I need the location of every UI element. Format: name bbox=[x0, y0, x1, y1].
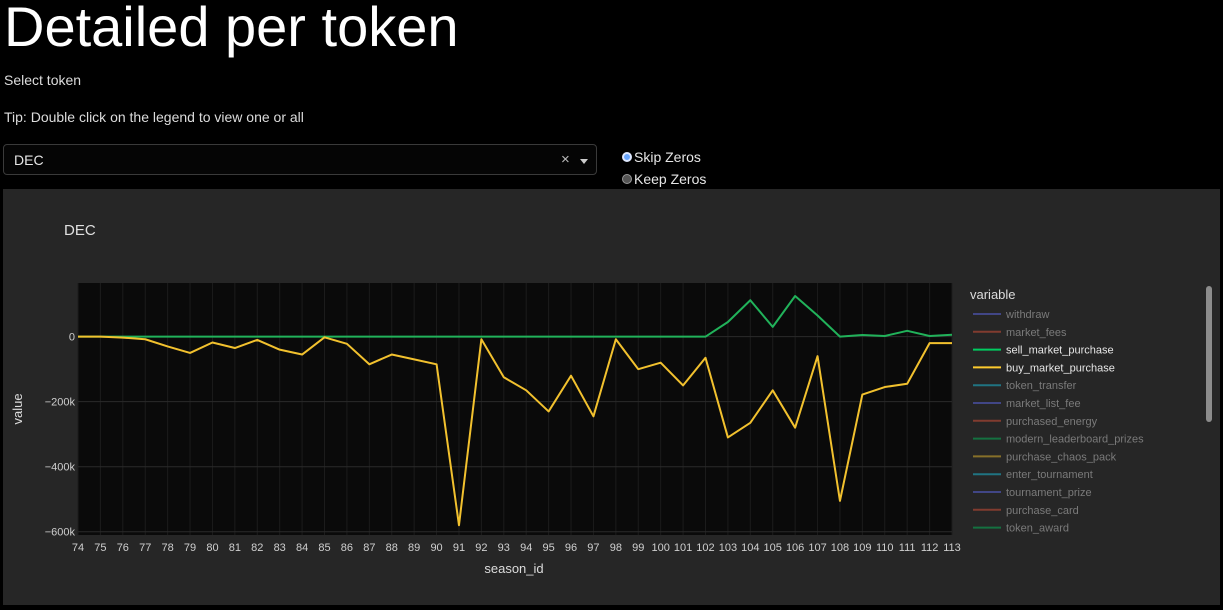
x-tick-label: 106 bbox=[786, 542, 804, 554]
radio-unselected-icon[interactable] bbox=[622, 174, 632, 184]
x-tick-label: 100 bbox=[651, 542, 669, 554]
x-tick-label: 78 bbox=[162, 542, 174, 554]
legend-scrollbar[interactable] bbox=[1206, 286, 1212, 422]
x-tick-label: 82 bbox=[251, 542, 263, 554]
legend-item-token-transfer[interactable]: token_transfer bbox=[973, 380, 1077, 392]
x-tick-label: 88 bbox=[386, 542, 398, 554]
x-tick-label: 96 bbox=[565, 542, 577, 554]
y-tick-label: −600k bbox=[45, 527, 76, 539]
legend-label: enter_tournament bbox=[1006, 469, 1093, 481]
legend-label: purchase_card bbox=[1006, 505, 1079, 517]
x-tick-label: 104 bbox=[741, 542, 759, 554]
legend-item-purchase-chaos-pack[interactable]: purchase_chaos_pack bbox=[973, 451, 1117, 463]
legend-item-purchased-energy[interactable]: purchased_energy bbox=[973, 416, 1098, 428]
y-axis-label: value bbox=[10, 393, 25, 424]
x-axis-label: season_id bbox=[484, 561, 543, 576]
x-tick-label: 83 bbox=[274, 542, 286, 554]
x-tick-label: 112 bbox=[921, 542, 939, 554]
x-tick-label: 75 bbox=[94, 542, 106, 554]
legend-label: market_fees bbox=[1006, 327, 1067, 339]
x-tick-label: 80 bbox=[206, 542, 218, 554]
legend-label: purchased_energy bbox=[1006, 416, 1098, 428]
legend-item-sell-market-purchase[interactable]: sell_market_purchase bbox=[973, 345, 1114, 357]
x-tick-label: 95 bbox=[542, 542, 554, 554]
x-tick-label: 91 bbox=[453, 542, 465, 554]
radio-skip-zeros-label: Skip Zeros bbox=[634, 149, 701, 165]
legend-label: buy_market_purchase bbox=[1006, 362, 1115, 374]
x-tick-label: 93 bbox=[498, 542, 510, 554]
page-title: Detailed per token bbox=[4, 0, 459, 58]
legend-tip-text: Tip: Double click on the legend to view … bbox=[4, 109, 304, 125]
x-tick-label: 92 bbox=[475, 542, 487, 554]
x-tick-label: 98 bbox=[610, 542, 622, 554]
x-tick-label: 107 bbox=[808, 542, 826, 554]
x-tick-label: 74 bbox=[72, 542, 84, 554]
legend-item-token-award[interactable]: token_award bbox=[973, 523, 1069, 535]
x-tick-label: 113 bbox=[943, 542, 961, 554]
x-tick-labels: 74 75 76 77 78 79 80 81 82 83 84 85 86 87 88 89 90 91 92 93… bbox=[72, 542, 961, 554]
zero-options-radio-group: Skip Zeros Keep Zeros bbox=[622, 146, 706, 190]
legend-label: purchase_chaos_pack bbox=[1006, 451, 1117, 463]
y-tick-label: −400k bbox=[45, 462, 76, 474]
line-chart[interactable]: DEC 0 −200k −400k −600k 74 75 76 77 78 79 80 81 82 8… bbox=[3, 189, 1220, 605]
radio-skip-zeros[interactable]: Skip Zeros bbox=[622, 146, 706, 168]
legend-label: market_list_fee bbox=[1006, 398, 1081, 410]
x-tick-label: 99 bbox=[632, 542, 644, 554]
legend-item-withdraw[interactable]: withdraw bbox=[973, 309, 1049, 321]
x-tick-label: 110 bbox=[876, 542, 894, 554]
legend-item-enter-tournament[interactable]: enter_tournament bbox=[973, 469, 1093, 481]
legend-label: token_award bbox=[1006, 523, 1069, 535]
token-select-dropdown[interactable]: DEC × bbox=[3, 144, 597, 175]
x-tick-label: 76 bbox=[117, 542, 129, 554]
x-tick-label: 108 bbox=[831, 542, 849, 554]
x-tick-label: 103 bbox=[719, 542, 737, 554]
x-tick-label: 89 bbox=[408, 542, 420, 554]
x-tick-label: 102 bbox=[696, 542, 714, 554]
x-tick-label: 90 bbox=[430, 542, 442, 554]
y-tick-label: −200k bbox=[45, 397, 76, 409]
x-tick-label: 105 bbox=[764, 542, 782, 554]
x-tick-label: 111 bbox=[899, 542, 916, 554]
x-tick-label: 97 bbox=[587, 542, 599, 554]
x-tick-label: 86 bbox=[341, 542, 353, 554]
select-token-label: Select token bbox=[4, 72, 82, 88]
legend-label: modern_leaderboard_prizes bbox=[1006, 434, 1144, 446]
radio-selected-icon[interactable] bbox=[622, 152, 632, 162]
legend-label: withdraw bbox=[1005, 309, 1049, 321]
legend-item-market-list-fee[interactable]: market_list_fee bbox=[973, 398, 1081, 410]
legend-label: sell_market_purchase bbox=[1006, 345, 1114, 357]
legend[interactable]: withdraw market_fees sell_market_purchaseb… bbox=[973, 309, 1144, 535]
x-tick-label: 94 bbox=[520, 542, 532, 554]
chart-panel: DEC 0 −200k −400k −600k 74 75 76 77 78 79 80 81 82 8… bbox=[3, 189, 1220, 605]
y-tick-labels: 0 −200k −400k −600k bbox=[45, 332, 76, 539]
x-tick-label: 79 bbox=[184, 542, 196, 554]
legend-title: variable bbox=[970, 287, 1016, 302]
radio-keep-zeros-label: Keep Zeros bbox=[634, 171, 707, 187]
x-tick-label: 85 bbox=[318, 542, 330, 554]
legend-item-tournament-prize[interactable]: tournament_prize bbox=[973, 487, 1092, 499]
legend-item-purchase-card[interactable]: purchase_card bbox=[973, 505, 1079, 517]
x-tick-label: 109 bbox=[853, 542, 871, 554]
x-tick-label: 77 bbox=[139, 542, 151, 554]
x-tick-label: 81 bbox=[229, 542, 241, 554]
radio-keep-zeros[interactable]: Keep Zeros bbox=[622, 168, 706, 190]
y-tick-label: 0 bbox=[69, 332, 75, 344]
legend-label: tournament_prize bbox=[1006, 487, 1092, 499]
legend-item-modern-leaderboard-prizes[interactable]: modern_leaderboard_prizes bbox=[973, 434, 1144, 446]
x-tick-label: 87 bbox=[363, 542, 375, 554]
clear-icon[interactable]: × bbox=[561, 151, 570, 168]
legend-label: token_transfer bbox=[1006, 380, 1077, 392]
x-tick-label: 101 bbox=[674, 542, 692, 554]
plot-area[interactable] bbox=[78, 283, 952, 535]
legend-item-buy-market-purchase[interactable]: buy_market_purchase bbox=[973, 362, 1115, 374]
chart-title: DEC bbox=[64, 222, 96, 239]
token-select-value: DEC bbox=[14, 152, 44, 168]
legend-item-market-fees[interactable]: market_fees bbox=[973, 327, 1067, 339]
x-tick-label: 84 bbox=[296, 542, 308, 554]
chevron-down-icon[interactable] bbox=[580, 159, 588, 164]
